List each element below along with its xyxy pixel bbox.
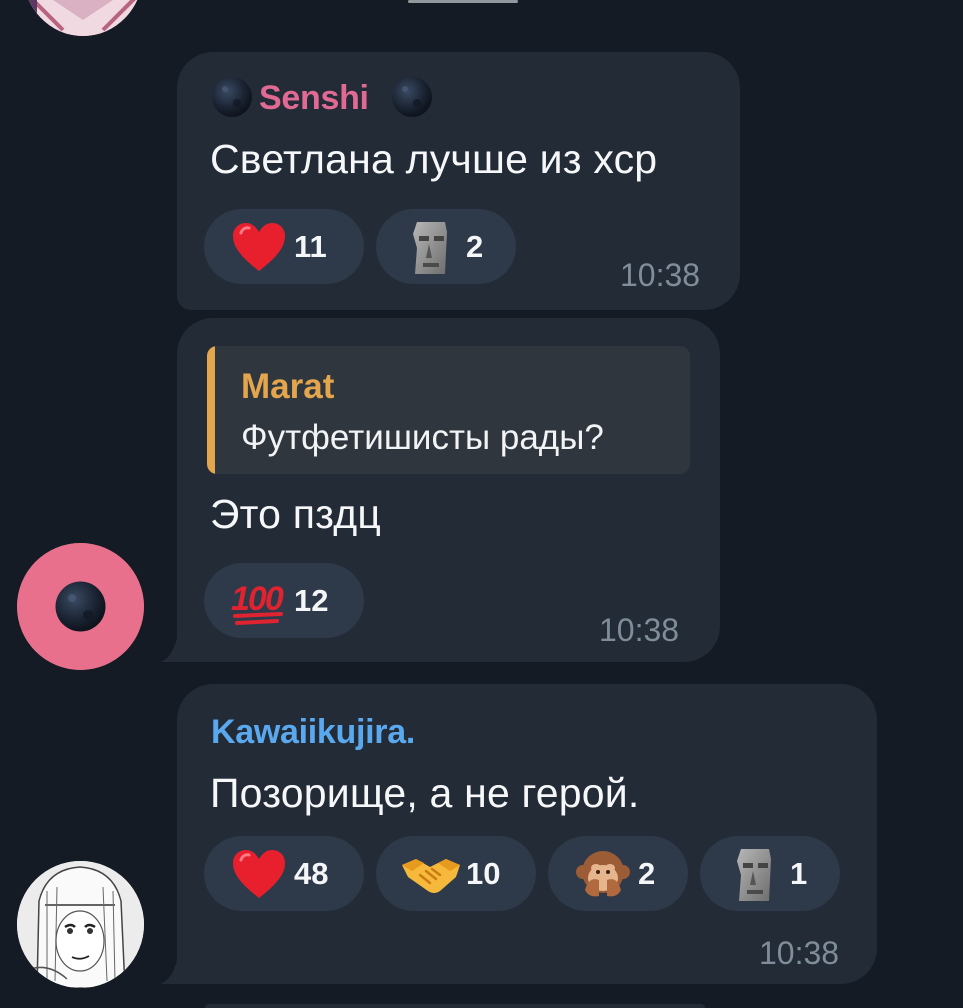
planet-icon xyxy=(212,77,252,117)
message-text: Светлана лучше из хср xyxy=(210,136,658,182)
message-text: Это пздц xyxy=(210,491,382,537)
moai-icon xyxy=(724,843,786,905)
sender-name[interactable]: Kawaiikujira. xyxy=(211,713,415,752)
reply-quote-bar xyxy=(207,346,215,474)
sender-name[interactable]: Senshi xyxy=(259,79,369,118)
reaction-count: 2 xyxy=(466,228,484,264)
reaction-chip[interactable]: 100 12 xyxy=(204,563,364,638)
reply-quote[interactable]: Marat Футфетишисты рады? xyxy=(207,346,690,474)
message-text: Позорище, а не герой. xyxy=(210,770,640,816)
reaction-chip[interactable]: 1 xyxy=(700,836,840,911)
reaction-chip[interactable]: 48 xyxy=(204,836,364,911)
reply-author: Marat xyxy=(241,367,335,406)
bubble-tail xyxy=(160,960,177,984)
handshake-icon xyxy=(400,843,462,905)
reaction-chip[interactable]: 2 xyxy=(376,209,516,284)
bubble-tail xyxy=(160,638,177,662)
avatar[interactable] xyxy=(17,543,144,670)
hundred-points-icon: 100 xyxy=(228,570,290,632)
reaction-count: 10 xyxy=(466,855,501,891)
reaction-chip[interactable]: 2 xyxy=(548,836,688,911)
message-time: 10:38 xyxy=(620,257,701,293)
message-time: 10:38 xyxy=(599,612,680,648)
reaction-chip[interactable]: 10 xyxy=(376,836,536,911)
reply-text: Футфетишисты рады? xyxy=(241,418,604,457)
bubble-top-edge xyxy=(408,0,518,3)
planet-icon xyxy=(392,77,432,117)
next-message-bubble-edge xyxy=(205,1004,705,1008)
reaction-count: 48 xyxy=(294,855,329,891)
avatar[interactable] xyxy=(17,861,144,988)
heart-icon xyxy=(228,216,290,278)
reaction-count: 1 xyxy=(790,855,808,891)
see-no-evil-monkey-icon xyxy=(572,843,634,905)
moai-icon xyxy=(400,216,462,278)
reaction-chip[interactable]: 11 xyxy=(204,209,364,284)
reaction-count: 11 xyxy=(294,228,327,264)
reaction-count: 2 xyxy=(638,855,656,891)
avatar[interactable] xyxy=(23,0,143,36)
reaction-count: 12 xyxy=(294,582,329,618)
message-time: 10:38 xyxy=(759,935,840,971)
heart-icon xyxy=(228,843,290,905)
